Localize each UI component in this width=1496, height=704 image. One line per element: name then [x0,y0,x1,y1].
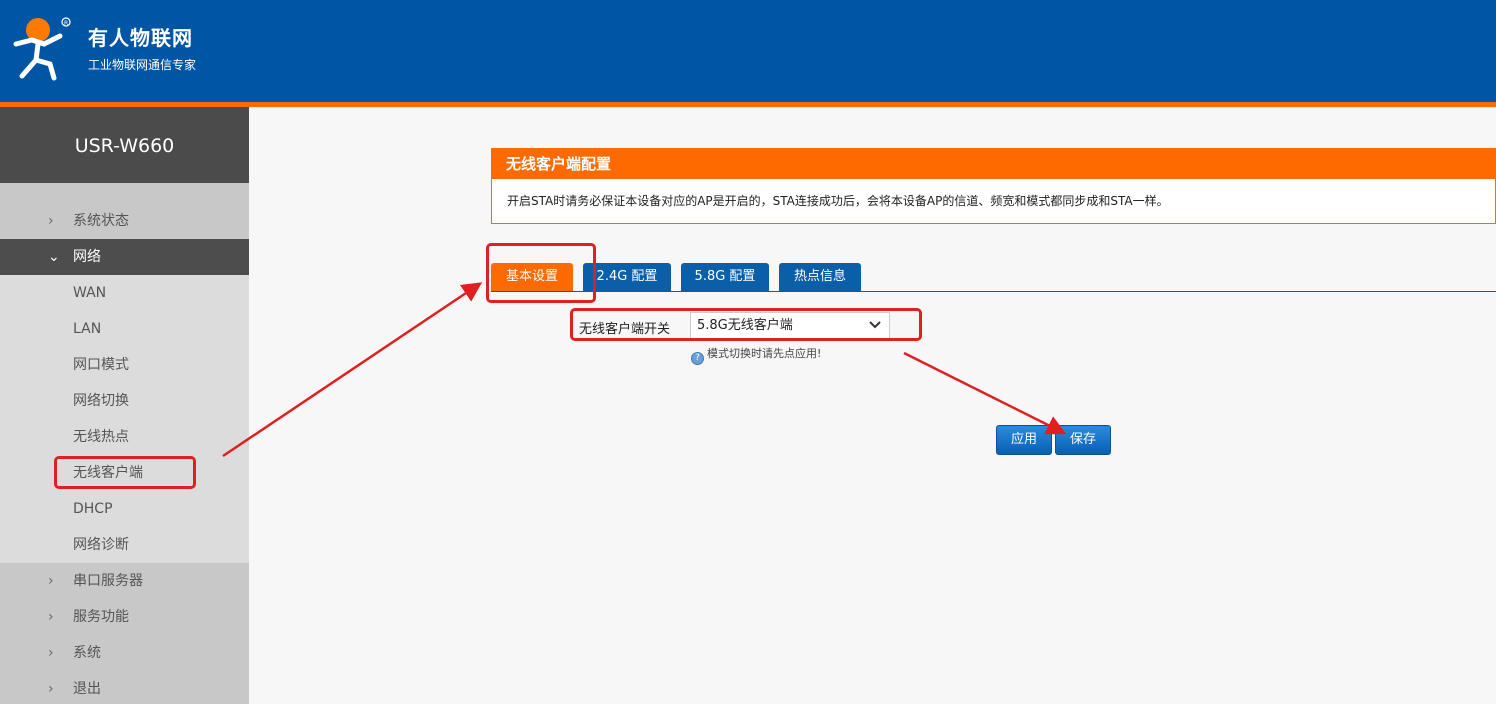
sidebar-item-label: 系统状态 [73,213,129,229]
sidebar-item-serial-server[interactable]: › 串口服务器 [0,563,249,599]
sidebar-subitem-network-switch[interactable]: 网络切换 [0,383,249,419]
sidebar-menu: › 系统状态 ⌄ 网络 WAN LAN 网口模式 网络切换 无线热点 无线客户端… [0,203,249,704]
device-name: USR-W660 [74,135,175,157]
sidebar-item-system[interactable]: › 系统 [0,635,249,671]
sidebar-subitem-port-mode[interactable]: 网口模式 [0,347,249,383]
sidebar-item-services[interactable]: › 服务功能 [0,599,249,635]
brand-slogan: 工业物联网通信专家 [88,58,197,72]
chevron-right-icon: › [48,573,54,589]
svg-text:R: R [64,20,68,27]
sidebar-subitem-wan[interactable]: WAN [0,275,249,311]
annotation-box-sidebar [54,456,196,489]
header-bar: R 有人物联网 工业物联网通信专家 [0,0,1496,102]
tab-bar: 基本设置 2.4G 配置 5.8G 配置 热点信息 [491,263,1496,292]
tab-24g-config[interactable]: 2.4G 配置 [583,263,671,291]
tab-58g-config[interactable]: 5.8G 配置 [681,263,769,291]
chevron-right-icon: › [48,609,54,625]
hint-text: 模式切换时请先点应用! [707,347,822,360]
brand-name: 有人物联网 [88,26,193,50]
usr-logo-icon: R [13,17,71,81]
chevron-right-icon: › [48,681,54,697]
annotation-box-select [570,308,922,341]
sidebar: USR-W660 › 系统状态 ⌄ 网络 WAN LAN 网口模式 网络切换 无… [0,107,249,704]
sidebar-item-system-status[interactable]: › 系统状态 [0,203,249,239]
sidebar-item-label: 网络 [73,249,101,265]
chevron-right-icon: › [48,645,54,661]
sidebar-subitem-network-diagnosis[interactable]: 网络诊断 [0,527,249,563]
save-button[interactable]: 保存 [1055,425,1111,455]
panel-title: 无线客户端配置 [492,149,1495,179]
sidebar-subitem-wireless-hotspot[interactable]: 无线热点 [0,419,249,455]
annotation-box-tab [486,243,596,303]
sidebar-item-label: 服务功能 [73,609,129,625]
sidebar-subitem-dhcp[interactable]: DHCP [0,491,249,527]
config-panel: 无线客户端配置 开启STA时请务必保证本设备对应的AP是开启的，STA连接成功后… [491,148,1496,224]
apply-button[interactable]: 应用 [996,425,1052,455]
panel-note: 开启STA时请务必保证本设备对应的AP是开启的，STA连接成功后，会将本设备AP… [507,194,1169,208]
sidebar-item-logout[interactable]: › 退出 [0,671,249,704]
sidebar-item-label: 串口服务器 [73,573,143,589]
info-icon: ? [691,352,704,365]
device-box: USR-W660 [0,107,249,183]
chevron-down-icon: ⌄ [48,249,60,265]
tab-hotspot-info[interactable]: 热点信息 [779,263,861,291]
network-submenu: WAN LAN 网口模式 网络切换 无线热点 无线客户端 DHCP 网络诊断 [0,275,249,563]
sidebar-item-label: 系统 [73,645,101,661]
chevron-right-icon: › [48,213,54,229]
main-content: 无线客户端配置 开启STA时请务必保证本设备对应的AP是开启的，STA连接成功后… [249,107,1496,704]
sidebar-item-network[interactable]: ⌄ 网络 [0,239,249,275]
mode-hint: ? 模式切换时请先点应用! [691,345,821,365]
sidebar-item-label: 退出 [73,681,101,697]
sidebar-subitem-lan[interactable]: LAN [0,311,249,347]
